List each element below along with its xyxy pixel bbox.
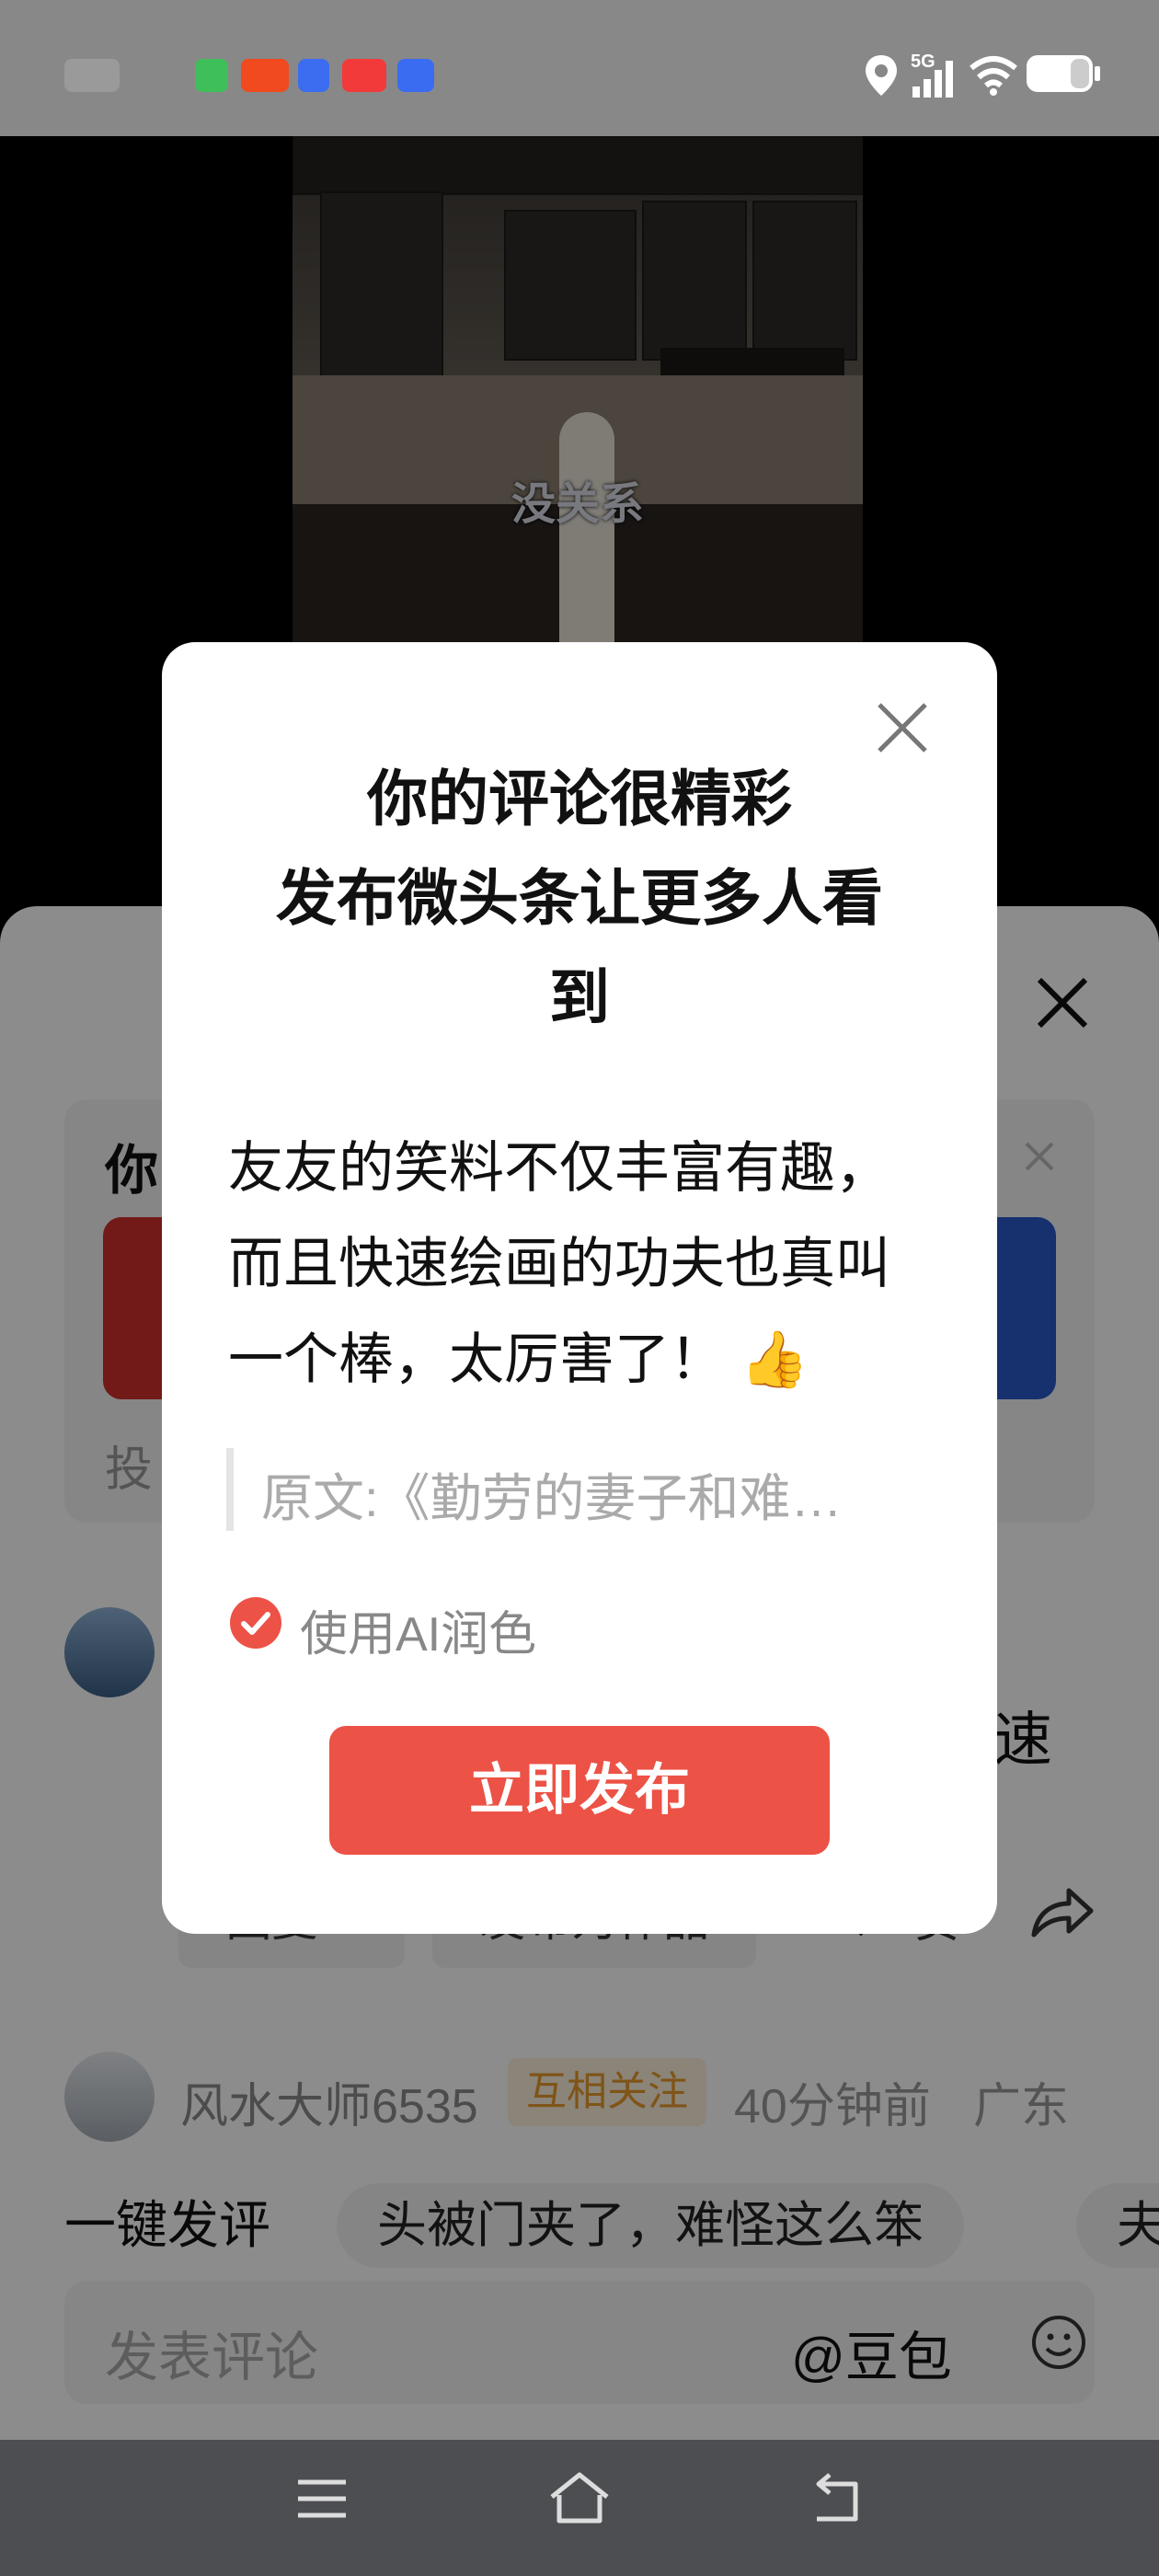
home-icon[interactable] xyxy=(548,2471,611,2524)
app-notification-icon xyxy=(397,59,434,92)
close-dialog-icon[interactable] xyxy=(874,699,931,756)
ai-polish-label[interactable]: 使用AI润色 xyxy=(300,1595,536,1664)
status-bar: 5G xyxy=(0,0,1159,136)
quote-bar xyxy=(226,1448,234,1531)
app-notification-icon xyxy=(342,59,386,92)
back-icon[interactable] xyxy=(809,2473,865,2524)
location-icon xyxy=(866,55,897,96)
menu-icon[interactable] xyxy=(296,2477,348,2521)
ai-polish-checkbox[interactable] xyxy=(230,1597,281,1649)
publish-prompt-dialog: 你的评论很精彩 发布微头条让更多人看 到 友友的笑料不仅丰富有趣，而且快速绘画的… xyxy=(162,642,997,1934)
app-notification-icon xyxy=(195,59,228,92)
publish-now-button[interactable]: 立即发布 xyxy=(329,1726,830,1855)
check-icon xyxy=(241,1612,270,1635)
signal-icon xyxy=(912,61,953,98)
original-quote: 原文:《勤劳的妻子和难… xyxy=(261,1469,843,1527)
wifi-icon xyxy=(970,56,1017,96)
battery-icon xyxy=(1027,55,1100,92)
dialog-title: 你的评论很精彩 发布微头条让更多人看 到 xyxy=(276,765,883,1031)
dialog-body: 友友的笑料不仅丰富有趣，而且快速绘画的功夫也真叫一个棒，太厉害了！ 👍 xyxy=(228,1121,927,1408)
system-nav-bar xyxy=(0,2440,1159,2576)
app-notification-icon xyxy=(241,59,289,92)
app-notification-icon xyxy=(298,59,329,92)
notification-icon xyxy=(64,59,120,92)
thumbs-up-icon: 👍 xyxy=(740,1328,809,1390)
